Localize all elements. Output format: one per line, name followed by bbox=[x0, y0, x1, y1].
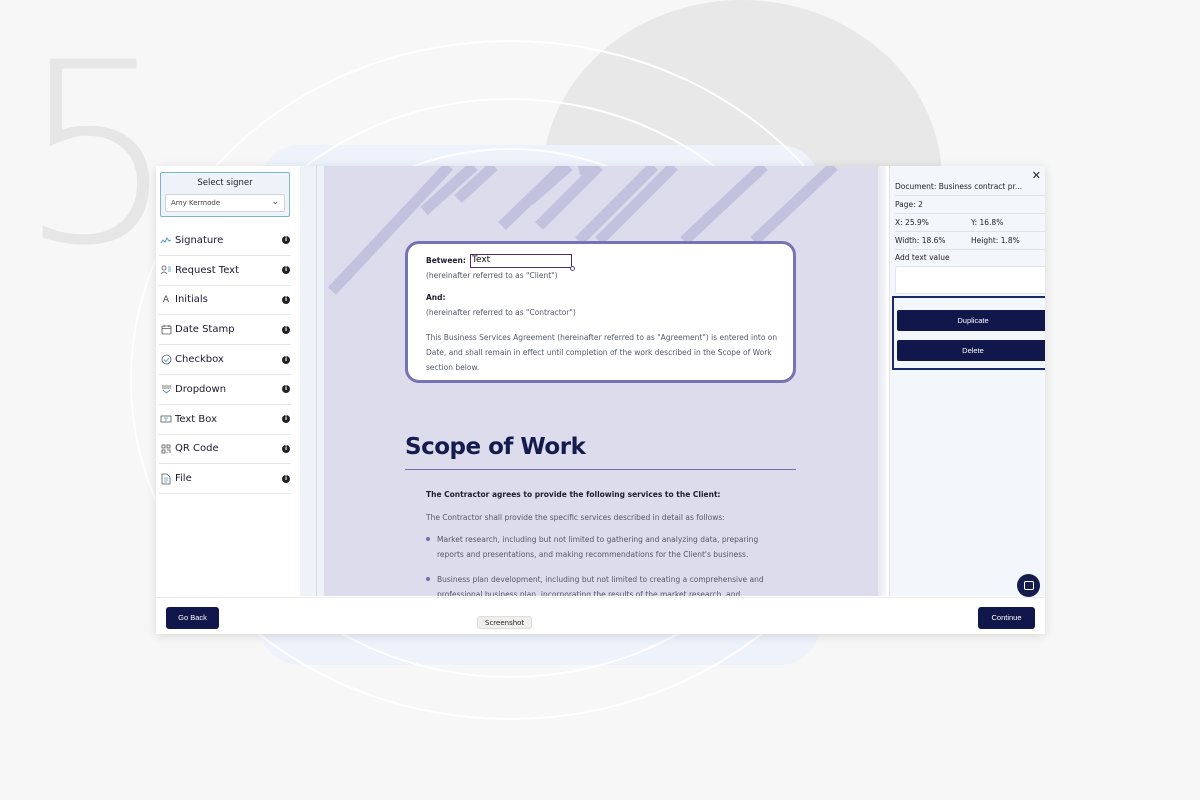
screenshot-tooltip: Screenshot bbox=[477, 616, 533, 629]
field-actions: Duplicate Delete bbox=[892, 296, 1045, 370]
info-icon[interactable]: i bbox=[282, 236, 290, 245]
wizard-footer: Go Back Screenshot Continue bbox=[156, 597, 1045, 634]
info-icon[interactable]: i bbox=[282, 444, 290, 453]
text-value-input[interactable] bbox=[895, 266, 1045, 294]
tool-signature[interactable]: Signature i bbox=[159, 226, 291, 256]
tool-label: Checkbox bbox=[175, 354, 224, 366]
scope-lead: The Contractor agrees to provide the fol… bbox=[426, 490, 721, 499]
tool-dropdown[interactable]: Dropdown i bbox=[159, 375, 291, 405]
document-page[interactable]: Between: Text (hereinafter referred to a… bbox=[324, 166, 878, 596]
contractor-note: (hereinafter referred to as "Contractor"… bbox=[426, 308, 576, 317]
app-window: Select signer Amy Kermode ⌄ Signature i … bbox=[156, 166, 1045, 634]
info-icon[interactable]: i bbox=[282, 385, 290, 394]
checkbox-icon bbox=[159, 354, 173, 366]
tool-label: Initials bbox=[175, 294, 208, 306]
and-label: And: bbox=[426, 293, 446, 302]
file-icon bbox=[159, 473, 173, 485]
tool-label: Request Text bbox=[175, 264, 240, 276]
signer-selector: Select signer Amy Kermode ⌄ bbox=[160, 172, 290, 217]
calendar-icon bbox=[159, 324, 173, 336]
field-properties-panel: ✕ Document: Business contract pr... Page… bbox=[889, 166, 1045, 596]
tool-request-text[interactable]: Request Text i bbox=[159, 256, 291, 286]
scope-subtext: The Contractor shall provide the specifi… bbox=[426, 513, 725, 522]
prop-x: X: 25.9% bbox=[895, 218, 929, 227]
prop-size: Width: 18.6% Height: 1.8% bbox=[895, 233, 1045, 250]
field-sidebar: Select signer Amy Kermode ⌄ Signature i … bbox=[156, 166, 300, 596]
tool-label: Date Stamp bbox=[175, 324, 235, 336]
prop-position: X: 25.9% Y: 16.8% bbox=[895, 215, 1045, 232]
section-heading: Scope of Work bbox=[405, 434, 586, 460]
gutter-divider bbox=[316, 166, 317, 596]
dropdown-icon bbox=[159, 383, 173, 395]
document-scroll-edge bbox=[878, 166, 886, 596]
delete-button[interactable]: Delete bbox=[897, 340, 1045, 361]
tool-initials[interactable]: A Initials i bbox=[159, 286, 291, 316]
request-text-icon bbox=[159, 264, 173, 276]
info-icon[interactable]: i bbox=[282, 295, 290, 304]
tool-label: Dropdown bbox=[175, 383, 227, 395]
text-box-icon bbox=[159, 413, 173, 425]
prop-width: Width: 18.6% bbox=[895, 236, 946, 245]
resize-handle[interactable] bbox=[570, 266, 575, 271]
text-value-label: Add text value bbox=[895, 253, 950, 262]
initials-icon: A bbox=[162, 294, 170, 305]
agreement-paragraph: This Business Services Agreement (herein… bbox=[426, 333, 778, 372]
document-gutter bbox=[300, 166, 324, 596]
parties-card: Between: Text (hereinafter referred to a… bbox=[405, 241, 796, 383]
tool-list: Signature i Request Text i A Initials i … bbox=[159, 226, 291, 495]
go-back-button[interactable]: Go Back bbox=[166, 607, 219, 629]
info-icon[interactable]: i bbox=[282, 415, 290, 424]
chevron-down-icon: ⌄ bbox=[271, 197, 279, 207]
placed-text-field[interactable]: Text bbox=[470, 254, 575, 271]
info-icon[interactable]: i bbox=[282, 355, 290, 364]
prop-height: Height: 1.8% bbox=[971, 236, 1020, 245]
heading-divider bbox=[405, 469, 796, 470]
tool-label: Signature bbox=[175, 234, 224, 246]
tool-date-stamp[interactable]: Date Stamp i bbox=[159, 315, 291, 346]
info-icon[interactable]: i bbox=[282, 266, 290, 275]
tool-file[interactable]: File i bbox=[159, 464, 291, 495]
tool-text-box[interactable]: Text Box i bbox=[159, 405, 291, 435]
tool-label: File bbox=[175, 473, 192, 485]
step-number: 5 bbox=[18, 9, 178, 300]
scope-bullet: Business plan development, including but… bbox=[426, 572, 766, 596]
signer-dropdown[interactable]: Amy Kermode ⌄ bbox=[165, 194, 285, 212]
signer-value: Amy Kermode bbox=[171, 199, 221, 207]
chat-support-icon[interactable] bbox=[1017, 574, 1040, 597]
prop-y: Y: 16.8% bbox=[971, 218, 1004, 227]
scope-bullet: Market research, including but not limit… bbox=[426, 532, 766, 562]
tool-qr-code[interactable]: QR Code i bbox=[159, 435, 291, 465]
between-label: Between: bbox=[426, 256, 466, 265]
prop-document: Document: Business contract pr... bbox=[895, 179, 1045, 196]
tool-checkbox[interactable]: Checkbox i bbox=[159, 345, 291, 375]
tool-label: Text Box bbox=[175, 413, 217, 425]
signature-icon bbox=[159, 234, 173, 246]
prop-page: Page: 2 bbox=[895, 197, 1045, 214]
continue-button[interactable]: Continue bbox=[978, 607, 1035, 629]
client-note: (hereinafter referred to as "Client") bbox=[426, 271, 558, 280]
qr-code-icon bbox=[159, 443, 173, 455]
info-icon[interactable]: i bbox=[282, 474, 290, 483]
text-field-value: Text bbox=[472, 255, 491, 265]
duplicate-button[interactable]: Duplicate bbox=[897, 310, 1045, 331]
signer-title: Select signer bbox=[197, 178, 253, 188]
info-icon[interactable]: i bbox=[282, 325, 290, 334]
tool-label: QR Code bbox=[175, 443, 219, 455]
